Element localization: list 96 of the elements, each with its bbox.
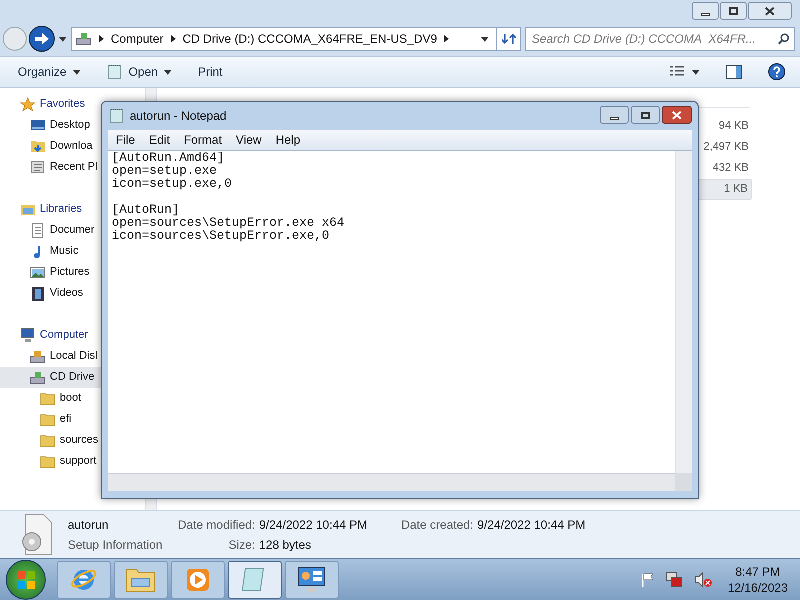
text-line: [AutoRun] (112, 204, 180, 217)
close-icon (765, 6, 775, 16)
nav-item[interactable]: sources (40, 430, 99, 451)
folder-icon (40, 434, 56, 448)
text-line: [AutoRun.Amd64] (112, 152, 225, 165)
download-folder-icon (30, 138, 46, 154)
cd-drive-icon (76, 31, 92, 47)
nav-item[interactable]: Videos (30, 283, 84, 304)
minimize-button[interactable] (600, 106, 629, 124)
muted-speaker-icon[interactable] (694, 572, 713, 588)
pictures-icon (30, 264, 46, 280)
help-icon[interactable] (768, 63, 786, 81)
nav-item[interactable]: Recent Pl (30, 157, 98, 178)
file-size: 1 KB (724, 182, 748, 198)
address-bar[interactable]: Computer CD Drive (D:) CCCOMA_X64FRE_EN-US_DV9 (71, 27, 521, 51)
nav-item[interactable]: Desktop (30, 115, 90, 136)
close-icon (672, 110, 682, 120)
maximize-button[interactable] (631, 106, 660, 124)
nav-item[interactable]: Computer (20, 325, 88, 346)
forward-arrow-icon (35, 33, 49, 45)
nav-item[interactable]: boot (40, 388, 82, 409)
breadcrumb-arrow-icon (170, 35, 176, 43)
nav-item[interactable]: Documer (30, 220, 95, 241)
caret-icon (692, 70, 700, 74)
text-line: open=sources\SetupError.exe x64 (112, 217, 345, 230)
scrollbar[interactable] (675, 151, 692, 473)
preview-pane-icon[interactable] (726, 65, 742, 79)
nav-item[interactable]: Downloa (30, 136, 93, 157)
history-caret-icon (59, 36, 67, 42)
detail-value: 9/24/2022 10:44 PM (478, 517, 586, 534)
breadcrumb-arrow-icon (99, 35, 104, 43)
detail-value: 9/24/2022 10:44 PM (259, 516, 368, 534)
nav-item[interactable]: support (40, 451, 97, 472)
menu-item[interactable]: Format (184, 131, 222, 149)
text-line: open=setup.exe (112, 165, 218, 178)
recent-places-icon (30, 160, 46, 176)
search-field[interactable]: Search CD Drive (D:) CCCOMA_X64FR... (525, 27, 795, 51)
detail-label: Date created: (401, 517, 474, 534)
menu-item[interactable]: Help (276, 131, 301, 149)
detail-label: Size: (228, 536, 256, 554)
minimize-button[interactable] (692, 2, 719, 20)
windows-logo-icon (16, 570, 36, 590)
file-name: autorun (68, 516, 110, 534)
nav-item[interactable]: Favorites (20, 94, 86, 115)
clock[interactable]: 8:47 PM 12/16/2023 (728, 564, 788, 596)
film-icon (30, 286, 46, 302)
size-grip (675, 473, 692, 491)
nav-item[interactable]: Local Disl (30, 346, 98, 367)
network-error-icon[interactable] (666, 572, 684, 588)
toolbar-button[interactable]: Print (198, 63, 223, 81)
view-options-button[interactable] (670, 66, 700, 78)
folder-icon (40, 412, 56, 426)
menu-item[interactable]: File (116, 131, 136, 149)
breadcrumb-arrow-icon (444, 35, 450, 43)
close-button[interactable] (748, 2, 792, 20)
nav-item[interactable]: Music (30, 241, 79, 262)
folder-icon (40, 392, 56, 406)
nav-item[interactable]: Pictures (30, 262, 90, 283)
star-icon (20, 96, 36, 112)
list-view-icon (670, 66, 684, 78)
detail-value: 128 bytes (259, 536, 312, 554)
search-icon (778, 33, 790, 45)
notepad-icon (110, 108, 124, 124)
taskbar-button[interactable] (285, 560, 339, 598)
restore-button[interactable] (720, 2, 747, 20)
menu-item[interactable]: View (236, 131, 262, 149)
start-button[interactable] (6, 560, 46, 600)
close-button[interactable] (662, 106, 692, 124)
refresh-icon (502, 33, 516, 45)
control-panel-icon (297, 566, 327, 594)
nav-item[interactable]: Libraries (20, 199, 82, 220)
folder-icon (126, 566, 156, 592)
file-type: Setup Information (68, 536, 164, 554)
forward-button[interactable] (29, 26, 55, 52)
caret-icon (72, 70, 81, 74)
breadcrumb[interactable]: Computer (111, 30, 164, 48)
breadcrumb[interactable]: CD Drive (D:) CCCOMA_X64FRE_EN-US_DV9 (182, 30, 438, 48)
computer-icon (20, 328, 36, 344)
text-line: icon=setup.exe,0 (112, 178, 232, 191)
scrollbar[interactable] (108, 473, 675, 491)
folder-icon (40, 454, 56, 468)
caret-icon (164, 70, 172, 74)
text-line: icon=sources\SetupError.exe,0 (112, 230, 330, 243)
cd-drive-icon (30, 370, 46, 386)
toolbar-button[interactable]: Organize (18, 63, 81, 81)
hard-disk-icon (30, 348, 46, 364)
window-title: autorun - Notepad (130, 108, 228, 125)
address-dropdown-icon (481, 36, 489, 42)
notepad-icon (106, 64, 123, 80)
nav-item[interactable]: efi (40, 409, 72, 430)
play-icon (185, 566, 211, 592)
flag-icon[interactable] (640, 572, 655, 586)
toolbar-button[interactable]: Open (106, 63, 172, 81)
detail-label: Date modified: (178, 516, 256, 534)
document-icon (30, 222, 46, 238)
menu-item[interactable]: Edit (149, 131, 170, 149)
